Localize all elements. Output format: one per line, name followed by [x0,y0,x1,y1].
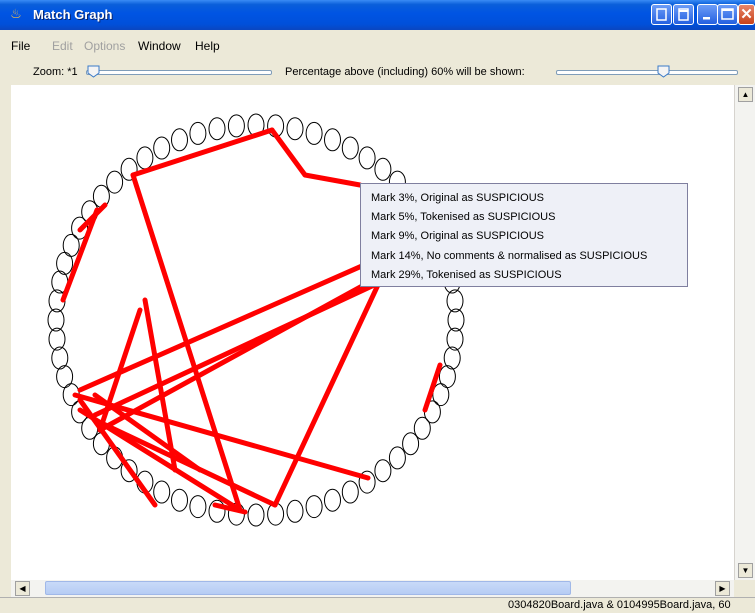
graph-node[interactable] [153,136,171,160]
graph-node[interactable] [341,480,359,504]
graph-canvas[interactable]: Mark 3%, Original as SUSPICIOUS Mark 5%,… [11,85,734,580]
graph-node[interactable] [56,251,74,275]
zoom-slider-thumb[interactable] [87,65,100,78]
graph-node[interactable] [374,157,392,181]
menu-file[interactable]: File [11,39,30,53]
zoom-label: Zoom: *1 [33,66,78,78]
tooltip-item: Mark 29%, Tokenised as SUSPICIOUS [371,269,562,281]
graph-node[interactable] [388,446,406,470]
graph-node[interactable] [153,480,171,504]
menu-help[interactable]: Help [195,39,220,53]
graph-node[interactable] [171,488,188,512]
status-bar: 0304820Board.java & 0104995Board.java, 6… [0,597,755,613]
graph-node[interactable] [247,503,265,527]
status-text: 0304820Board.java & 0104995Board.java, 6… [508,599,731,611]
horizontal-scroll-thumb[interactable] [45,581,571,595]
graph-node[interactable] [189,495,207,519]
restore-icon[interactable] [673,4,694,25]
graph-node[interactable] [438,365,456,389]
graph-node[interactable] [286,499,304,523]
graph-node[interactable] [227,114,245,138]
menu-edit[interactable]: Edit [52,39,73,53]
percentage-slider-track[interactable] [556,70,738,75]
graph-node[interactable] [324,488,341,512]
percentage-label: Percentage above (including) 60% will be… [285,66,525,78]
java-app-icon: ♨ [10,6,22,21]
graph-node[interactable] [305,121,323,145]
graph-node[interactable] [341,136,359,160]
scroll-right-icon[interactable]: ▶ [715,581,730,596]
vertical-scrollbar[interactable]: ▲ ▼ [734,85,755,580]
minimize-button[interactable] [697,4,718,25]
percentage-slider-thumb[interactable] [657,65,670,78]
menu-bar: File Edit Options Window Help [0,30,755,60]
graph-node[interactable] [171,128,188,152]
match-tooltip: Mark 3%, Original as SUSPICIOUS Mark 5%,… [360,183,688,287]
scroll-down-icon[interactable]: ▼ [738,563,753,578]
window-title: Match Graph [33,7,113,22]
tooltip-item: Mark 14%, No comments & normalised as SU… [371,250,648,262]
graph-node[interactable] [286,117,304,141]
scroll-left-icon[interactable]: ◀ [15,581,30,596]
tooltip-item: Mark 5%, Tokenised as SUSPICIOUS [371,211,556,223]
scroll-up-icon[interactable]: ▲ [738,87,753,102]
match-graph[interactable] [11,85,734,580]
toolbar: Zoom: *1 Percentage above (including) 60… [0,60,755,84]
graph-node[interactable] [374,459,392,483]
horizontal-scrollbar[interactable]: ◀ ▶ [11,580,734,597]
graph-node[interactable] [62,233,80,257]
title-bar[interactable]: ♨ Match Graph ✕ [0,0,755,30]
graph-node[interactable] [189,121,207,145]
graph-node[interactable] [305,495,323,519]
tooltip-item: Mark 9%, Original as SUSPICIOUS [371,230,544,242]
graph-node[interactable] [358,146,376,170]
match-edge[interactable] [302,172,363,188]
custom-window-icon[interactable] [651,4,672,25]
tooltip-item: Mark 3%, Original as SUSPICIOUS [371,192,544,204]
menu-window[interactable]: Window [138,39,181,53]
graph-node[interactable] [51,346,69,370]
graph-node[interactable] [136,146,154,170]
graph-node[interactable] [402,432,420,456]
maximize-button[interactable] [717,4,738,25]
graph-node[interactable] [208,117,226,141]
zoom-slider-track[interactable] [86,70,272,75]
graph-node[interactable] [106,170,124,194]
graph-node[interactable] [324,128,341,152]
close-button[interactable]: ✕ [738,4,755,25]
menu-options[interactable]: Options [84,39,125,53]
